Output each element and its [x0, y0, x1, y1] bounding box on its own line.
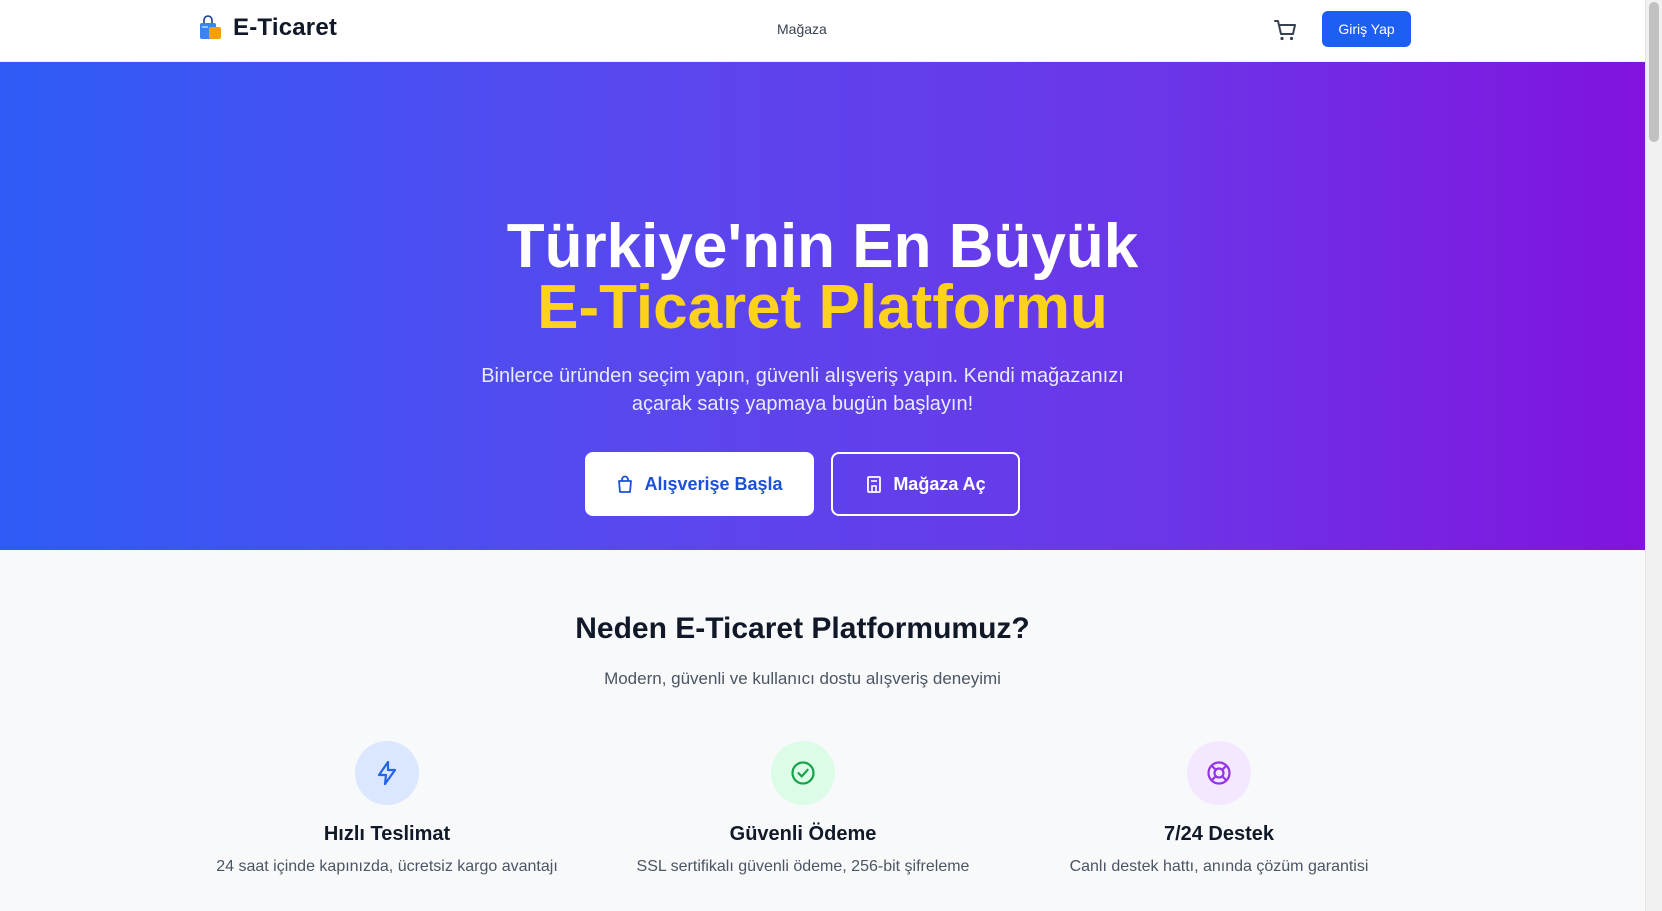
cart-icon[interactable]	[1272, 17, 1298, 43]
brand-name: E-Ticaret	[233, 14, 338, 41]
feature-title: Güvenli Ödeme	[729, 823, 877, 845]
open-store-label: Mağaza Aç	[893, 473, 986, 494]
feature-title: Hızlı Teslimat	[323, 823, 451, 845]
shopping-bag-icon	[618, 475, 633, 493]
why-subtitle: Modern, güvenli ve kullanıcı dostu alışv…	[604, 669, 1001, 688]
open-store-button[interactable]: Mağaza Aç	[831, 452, 1020, 516]
hero-title-line1: Türkiye'nin En Büyük	[506, 212, 1139, 281]
hero-subtitle: Binlerce üründen seçim yapın, güvenli al…	[481, 365, 1124, 415]
feature-icon-circle	[1187, 741, 1251, 805]
hero-title-line2: E-Ticaret Platformu	[537, 273, 1108, 342]
feature-desc: 24 saat içinde kapınızda, ücretsiz kargo…	[216, 858, 558, 875]
feature-title: 7/24 Destek	[1163, 823, 1275, 845]
feature-icon-circle	[771, 741, 835, 805]
support-icon	[1207, 761, 1231, 785]
start-shopping-button[interactable]: Alışverişe Başla	[585, 452, 814, 516]
scrollbar-thumb[interactable]	[1649, 2, 1659, 142]
feature-support: 7/24 Destek Canlı destek hattı, anında ç…	[1009, 741, 1429, 876]
hero-section: Türkiye'nin En Büyük E-Ticaret Platformu…	[0, 62, 1645, 550]
top-navbar: E-Ticaret Mağaza Giriş Yap	[0, 0, 1645, 62]
feature-desc: Canlı destek hattı, anında çözüm garanti…	[1069, 858, 1369, 875]
check-circle-icon	[791, 761, 815, 785]
lightning-icon	[377, 760, 397, 786]
login-button[interactable]: Giriş Yap	[1322, 11, 1411, 47]
vertical-scrollbar[interactable]	[1645, 0, 1662, 911]
feature-fast-delivery: Hızlı Teslimat 24 saat içinde kapınızda,…	[177, 741, 597, 876]
why-title: Neden E-Ticaret Platformumuz?	[575, 612, 1030, 645]
feature-desc: SSL sertifikalı güvenli ödeme, 256-bit ş…	[636, 858, 970, 875]
feature-icon-circle	[355, 741, 419, 805]
nav-link-store[interactable]: Mağaza	[777, 21, 827, 37]
brand-logo[interactable]: E-Ticaret	[197, 14, 337, 42]
store-icon	[867, 476, 882, 493]
feature-secure-payment: Güvenli Ödeme SSL sertifikalı güvenli öd…	[593, 741, 1013, 876]
start-shopping-label: Alışverişe Başla	[644, 473, 783, 494]
shopping-bag-icon	[200, 15, 221, 39]
